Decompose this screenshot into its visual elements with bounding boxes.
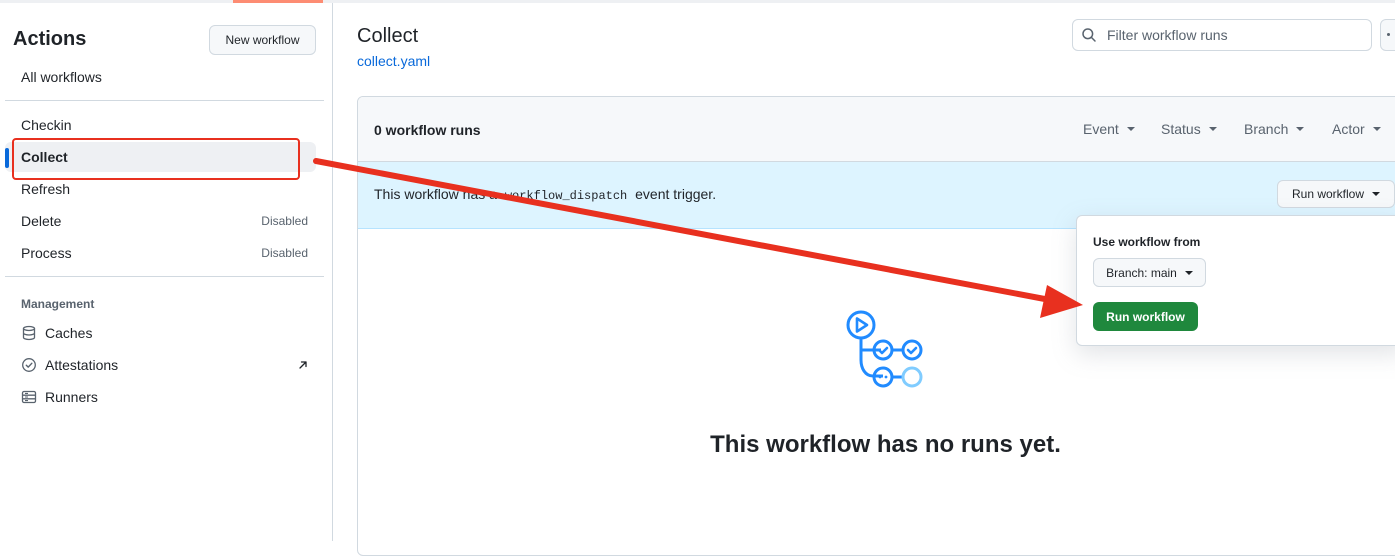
annotation-arrow-icon: [313, 158, 1083, 318]
